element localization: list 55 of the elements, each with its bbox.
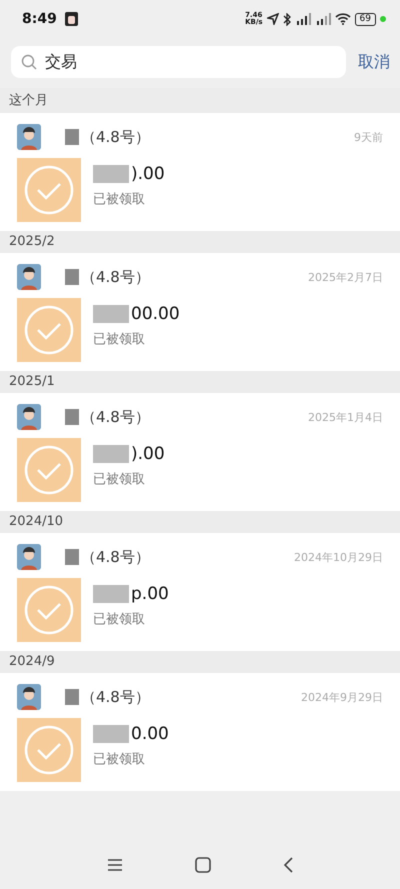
avatar-icon (17, 124, 41, 150)
status-text: 已被领取 (93, 191, 146, 208)
transaction-time: 2025年1月4日 (308, 410, 383, 424)
redaction-block (65, 689, 79, 705)
transaction-card[interactable]: （4.8号） 2025年2月7日 00.00 已被领取 (0, 253, 400, 371)
location-icon (266, 13, 279, 25)
cancel-button[interactable]: 取消 (358, 52, 390, 72)
search-icon (21, 54, 37, 70)
transaction-card[interactable]: （4.8号） 2025年1月4日 ).00 已被领取 (0, 393, 400, 511)
amount: ).00 (131, 164, 165, 184)
home-icon[interactable] (195, 857, 211, 873)
transaction-time: 2025年2月7日 (308, 270, 383, 284)
transaction-time: 2024年9月29日 (301, 690, 383, 704)
redaction-block (93, 585, 129, 603)
transaction-card[interactable]: （4.8号） 2024年9月29日 0.00 已被领取 (0, 673, 400, 791)
sender-name: （4.8号） (81, 128, 150, 146)
avatar-icon (17, 544, 41, 570)
redaction-block (93, 165, 129, 183)
transaction-card[interactable]: （4.8号） 2024年10月29日 p.00 已被领取 (0, 533, 400, 651)
battery-level: 69 (354, 12, 376, 26)
back-icon[interactable] (283, 857, 293, 873)
menu-icon[interactable] (107, 858, 123, 872)
status-text: 已被领取 (93, 611, 146, 628)
charging-dot-icon (380, 16, 386, 22)
app-notification-icon (64, 12, 78, 26)
transaction-time: 2024年10月29日 (294, 550, 383, 564)
wifi-icon (334, 13, 351, 25)
avatar-icon (17, 404, 41, 430)
bluetooth-icon (282, 12, 291, 26)
redaction-block (93, 305, 129, 323)
avatar-icon (17, 684, 41, 710)
status-text: 已被领取 (93, 471, 146, 488)
amount: ).00 (131, 444, 165, 464)
status-text: 已被领取 (93, 331, 146, 348)
clock-time: 8:49 (22, 11, 57, 27)
redaction-block (65, 269, 79, 285)
amount: 00.00 (131, 304, 180, 324)
sender-name: （4.8号） (81, 688, 150, 706)
transaction-time: 9天前 (354, 130, 383, 144)
amount: p.00 (131, 584, 169, 604)
sender-name: （4.8号） (81, 408, 150, 426)
signal-icon (294, 13, 311, 25)
redaction-block (65, 409, 79, 425)
redaction-block (65, 549, 79, 565)
redaction-block (93, 445, 129, 463)
amount: 0.00 (131, 724, 169, 744)
sender-name: （4.8号） (81, 548, 150, 566)
status-text: 已被领取 (93, 751, 146, 768)
search-field[interactable]: 交易 (11, 46, 346, 78)
redaction-block (65, 129, 79, 145)
signal-icon (314, 13, 331, 25)
redaction-block (93, 725, 129, 743)
avatar-icon (17, 264, 41, 290)
transaction-card[interactable]: （4.8号） 9天前 ).00 已被领取 (0, 113, 400, 231)
sender-name: （4.8号） (81, 268, 150, 286)
